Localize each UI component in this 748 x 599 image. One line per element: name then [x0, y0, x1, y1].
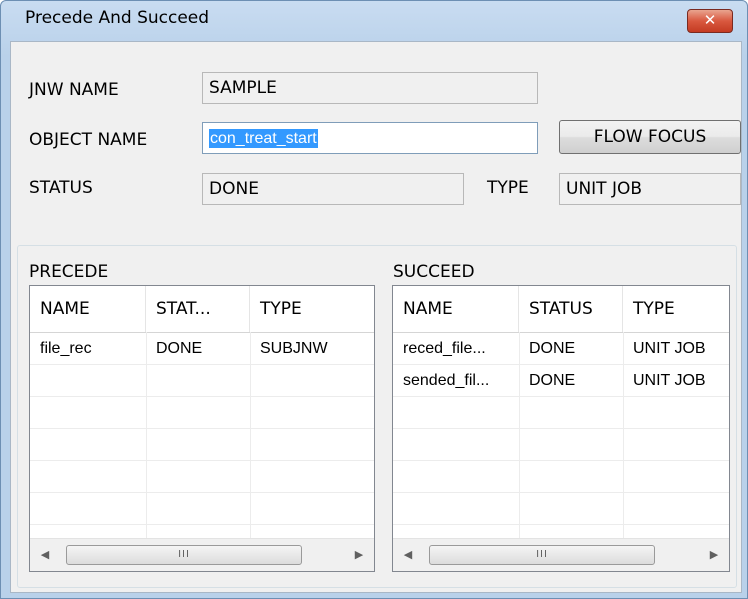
table-row	[393, 429, 729, 461]
scroll-left-icon[interactable]: ◀	[393, 539, 423, 571]
succeed-horizontal-scrollbar[interactable]: ◀ III ▶	[393, 538, 729, 571]
title-bar[interactable]: Precede And Succeed ✕	[1, 1, 747, 35]
table-row	[30, 397, 374, 429]
jnw-name-label: JNW NAME	[29, 80, 119, 100]
succeed-col-name[interactable]: NAME	[393, 286, 519, 332]
dialog-body: JNW NAME SAMPLE OBJECT NAME con_treat_st…	[10, 41, 742, 593]
scrollbar-thumb[interactable]: III	[429, 545, 655, 565]
scroll-right-icon[interactable]: ▶	[344, 539, 374, 571]
table-row	[393, 397, 729, 429]
table-row[interactable]: sended_fil... DONE UNIT JOB	[393, 365, 729, 397]
object-name-selected-text: con_treat_start	[209, 129, 318, 148]
succeed-row-type: UNIT JOB	[633, 340, 706, 357]
succeed-list[interactable]: NAME STATUS TYPE reced_file... DONE UNIT…	[392, 285, 730, 572]
table-row	[393, 461, 729, 493]
type-label: TYPE	[487, 178, 529, 198]
succeed-row-type: UNIT JOB	[633, 372, 706, 389]
precede-succeed-dialog: Precede And Succeed ✕ JNW NAME SAMPLE OB…	[0, 0, 748, 599]
precede-list[interactable]: NAME STAT... TYPE file_rec DONE SUBJNW ◀…	[29, 285, 375, 572]
succeed-col-status[interactable]: STATUS	[519, 286, 623, 332]
scroll-right-icon[interactable]: ▶	[699, 539, 729, 571]
precede-col-status[interactable]: STAT...	[146, 286, 250, 332]
precede-row-type: SUBJNW	[260, 340, 328, 357]
table-row	[30, 429, 374, 461]
succeed-row-name: reced_file...	[403, 340, 486, 357]
precede-horizontal-scrollbar[interactable]: ◀ III ▶	[30, 538, 374, 571]
succeed-row-name: sended_fil...	[403, 372, 490, 389]
scrollbar-thumb[interactable]: III	[66, 545, 302, 565]
object-name-input[interactable]: con_treat_start	[202, 122, 538, 154]
type-field: UNIT JOB	[559, 173, 741, 205]
table-row[interactable]: file_rec DONE SUBJNW	[30, 333, 374, 365]
precede-col-name[interactable]: NAME	[30, 286, 146, 332]
precede-list-header: NAME STAT... TYPE	[30, 286, 374, 333]
table-row	[30, 461, 374, 493]
close-icon: ✕	[703, 11, 717, 29]
status-label: STATUS	[29, 178, 93, 198]
close-button[interactable]: ✕	[687, 9, 733, 33]
succeed-list-header: NAME STATUS TYPE	[393, 286, 729, 333]
window-title: Precede And Succeed	[25, 8, 210, 28]
status-field: DONE	[202, 173, 464, 205]
precede-col-type[interactable]: TYPE	[250, 286, 374, 332]
jnw-name-field: SAMPLE	[202, 72, 538, 104]
succeed-label: SUCCEED	[393, 262, 475, 282]
object-name-label: OBJECT NAME	[29, 130, 148, 150]
table-row[interactable]: reced_file... DONE UNIT JOB	[393, 333, 729, 365]
precede-row-name: file_rec	[40, 340, 92, 357]
table-row	[30, 365, 374, 397]
table-row	[30, 493, 374, 525]
succeed-row-status: DONE	[529, 340, 576, 357]
succeed-row-status: DONE	[529, 372, 576, 389]
flow-focus-button[interactable]: FLOW FOCUS	[559, 120, 741, 154]
scroll-left-icon[interactable]: ◀	[30, 539, 60, 571]
succeed-col-type[interactable]: TYPE	[623, 286, 729, 332]
precede-label: PRECEDE	[29, 262, 109, 282]
table-row	[393, 493, 729, 525]
precede-row-status: DONE	[156, 340, 203, 357]
